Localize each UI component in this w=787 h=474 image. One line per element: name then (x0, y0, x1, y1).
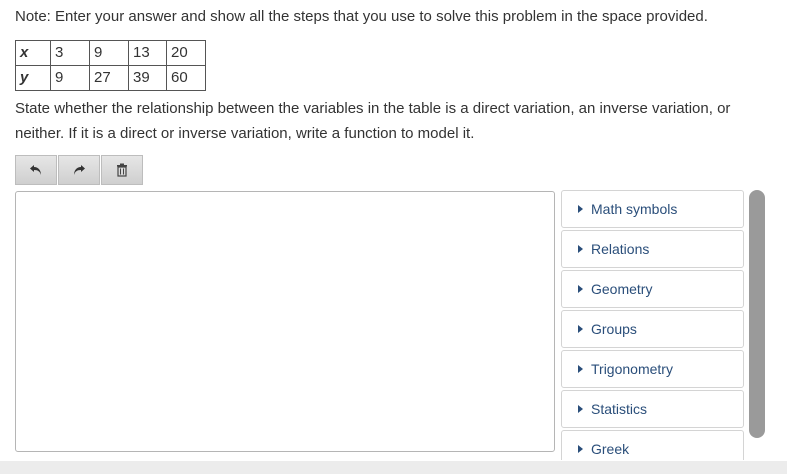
table-row-label: y (15, 65, 51, 91)
palette-item-label: Relations (591, 241, 650, 257)
table-cell: 20 (166, 40, 206, 66)
table-row: x 3 9 13 20 (15, 40, 206, 66)
palette-item-label: Trigonometry (591, 361, 673, 377)
xy-table: x 3 9 13 20 y 9 27 39 60 (15, 40, 206, 91)
palette-item-statistics[interactable]: Statistics (561, 390, 744, 428)
palette-item-geometry[interactable]: Geometry (561, 270, 744, 308)
palette-item-label: Groups (591, 321, 637, 337)
redo-icon (72, 164, 86, 176)
table-cell: 13 (128, 40, 167, 66)
palette-item-math-symbols[interactable]: Math symbols (561, 190, 744, 228)
caret-right-icon (578, 325, 583, 333)
undo-icon (29, 164, 43, 176)
caret-right-icon (578, 245, 583, 253)
page-footer-strip (0, 461, 787, 474)
palette-item-label: Math symbols (591, 201, 678, 217)
instructions-note: Note: Enter your answer and show all the… (15, 8, 708, 25)
caret-right-icon (578, 285, 583, 293)
undo-button[interactable] (15, 155, 57, 185)
table-cell: 60 (166, 65, 206, 91)
caret-right-icon (578, 445, 583, 453)
table-cell: 9 (89, 40, 129, 66)
caret-right-icon (578, 405, 583, 413)
table-cell: 9 (50, 65, 90, 91)
answer-editor[interactable] (15, 191, 555, 452)
palette-item-relations[interactable]: Relations (561, 230, 744, 268)
redo-button[interactable] (58, 155, 100, 185)
caret-right-icon (578, 365, 583, 373)
symbol-palette: Math symbols Relations Geometry Groups T… (561, 190, 746, 460)
question-text: State whether the relationship between t… (15, 100, 731, 142)
table-cell: 39 (128, 65, 167, 91)
palette-item-label: Statistics (591, 401, 648, 417)
palette-item-groups[interactable]: Groups (561, 310, 744, 348)
table-row: y 9 27 39 60 (15, 65, 206, 91)
editor-toolbar (15, 155, 143, 185)
palette-item-trigonometry[interactable]: Trigonometry (561, 350, 744, 388)
palette-item-greek[interactable]: Greek (561, 430, 744, 460)
table-cell: 3 (50, 40, 90, 66)
table-cell: 27 (89, 65, 129, 91)
delete-button[interactable] (101, 155, 143, 185)
palette-item-label: Greek (591, 441, 630, 457)
palette-item-label: Geometry (591, 281, 653, 297)
caret-right-icon (578, 205, 583, 213)
table-row-label: x (15, 40, 51, 66)
trash-icon (116, 163, 128, 177)
palette-scrollbar[interactable] (749, 190, 765, 438)
